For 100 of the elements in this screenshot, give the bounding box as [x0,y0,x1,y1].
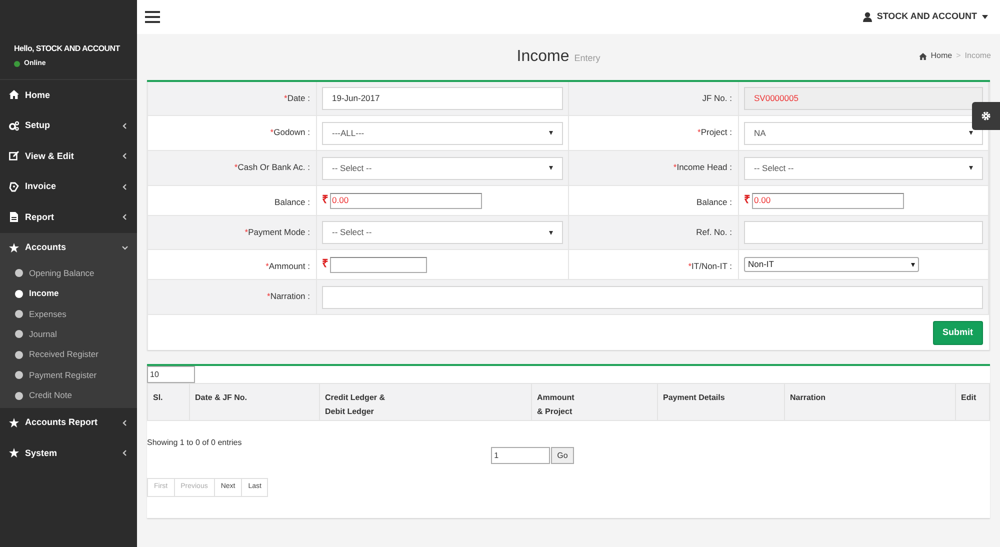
sidebar-item[interactable]: System [0,438,137,469]
star-icon [9,448,19,458]
sidebar-item[interactable]: Accounts Report [0,408,137,438]
select-field[interactable]: ---ALL--- [322,122,563,144]
submenu-item[interactable]: Opening Balance [0,263,137,284]
field-label: *Date : [284,92,310,105]
settings-tab[interactable] [972,102,1000,130]
gears-icon [9,120,19,131]
sidebar-item-label: System [25,446,58,460]
menu-icon[interactable] [145,11,160,23]
online-status-icon [14,61,20,68]
table-info: Showing 1 to 0 of 0 entries [147,437,243,449]
sidebar-item-label: View & Edit [25,150,75,162]
select-field[interactable]: Non-IT [744,257,919,272]
caret-icon [549,131,553,135]
sidebar-item-label: Setup [25,119,52,132]
sidebar-item-label: Accounts [25,241,68,254]
submenu-item[interactable]: Expenses [0,304,137,324]
rupee-symbol: ₹ [322,257,328,272]
field-label: *Payment Mode : [244,226,310,239]
field-label: *IT/Non-IT : [688,260,732,273]
bullet-icon [15,269,23,278]
field-label: Balance : [696,196,732,209]
field-label: *Income Head : [673,161,732,174]
sidebar-item[interactable]: Setup [0,110,137,141]
input-field[interactable]: 0.00 [752,192,904,208]
rupee-symbol: ₹ [322,193,328,208]
input-field[interactable]: 19-Jun-2017 [322,87,563,110]
bullet-icon [15,310,23,318]
input-field[interactable] [330,256,427,272]
user-greeting: Hello, STOCK AND ACCOUNT [14,43,120,54]
bullet-icon [15,290,23,298]
submenu-item[interactable]: Received Register [0,344,137,365]
user-icon [862,12,872,22]
field-label: Ref. No. : [696,226,732,239]
breadcrumb-current: Income [964,50,991,62]
go-button[interactable]: Go [551,447,574,464]
caret-icon [911,262,915,266]
breadcrumb-link[interactable]: Home [930,50,952,62]
select-field[interactable]: -- Select -- [322,221,563,244]
submenu-item[interactable]: Journal [0,324,137,345]
input-field[interactable]: 0.00 [330,192,482,208]
star-icon [9,418,19,428]
home-icon [9,90,19,100]
sidebar-item[interactable]: Home [0,80,137,110]
field-label: *Narration : [267,290,310,303]
field-label: *Project : [698,126,732,139]
bullet-icon [15,350,23,359]
bullet-icon [15,392,23,400]
caret-icon [969,166,973,170]
submenu-item[interactable]: Income [0,283,137,304]
submenu-item[interactable]: Payment Register [0,364,137,386]
field-label: *Ammount : [266,260,310,273]
chevron-left-icon [122,450,128,456]
chevron-left-icon [122,420,128,426]
breadcrumb-separator: > [956,50,961,62]
chevron-left-icon [122,122,128,129]
sidebar-item-label: Report [25,210,55,224]
page-length-field[interactable]: 10 [147,366,195,383]
sidebar-item[interactable]: Invoice [0,172,137,202]
home-icon [918,52,927,60]
column-header: Narration [785,384,956,420]
caret-icon [982,15,988,19]
bullet-icon [15,371,23,380]
column-header: Edit [960,392,978,404]
submenu-item[interactable]: Credit Note [0,385,137,406]
field-label: JF No. : [702,92,732,105]
star-icon [9,242,19,253]
bullet-icon [15,330,23,338]
file-icon [9,212,19,222]
sidebar-item[interactable]: Accounts [0,232,137,263]
field-label: Balance : [274,196,310,209]
field-label: *Godown : [270,126,310,139]
readonly-field: SV0000005 [744,87,983,110]
select-field[interactable]: -- Select -- [322,156,563,180]
chevron-down-icon [122,244,128,251]
select-field[interactable]: -- Select -- [744,156,983,180]
page-number-field[interactable]: 1 [491,447,550,464]
column-header: Sl. [148,384,190,420]
hand-icon [9,182,19,192]
sidebar-item-label: Accounts Report [25,416,99,430]
column-header: Credit Ledger & Debit Ledger [320,384,532,420]
field-label: *Cash Or Bank Ac. : [234,161,310,174]
select-field[interactable]: NA [744,122,983,144]
edit-icon [9,151,19,162]
caret-icon [549,166,553,170]
column-header: Payment Details [658,384,785,420]
page-subtitle: Entery [574,52,600,65]
user-name: STOCK AND ACCOUNT [876,10,977,24]
chevron-left-icon [122,184,128,190]
sidebar-item[interactable]: Report [0,202,137,232]
page-title: Income [516,49,570,65]
settings-icon [981,111,991,121]
sidebar-item-label: Invoice [25,180,58,193]
chevron-left-icon [122,214,128,220]
sidebar-item-label: Home [25,88,52,102]
chevron-left-icon [122,153,128,160]
caret-icon [549,230,553,234]
user-menu[interactable]: STOCK AND ACCOUNT [862,10,988,24]
sidebar-item[interactable]: View & Edit [0,141,137,172]
